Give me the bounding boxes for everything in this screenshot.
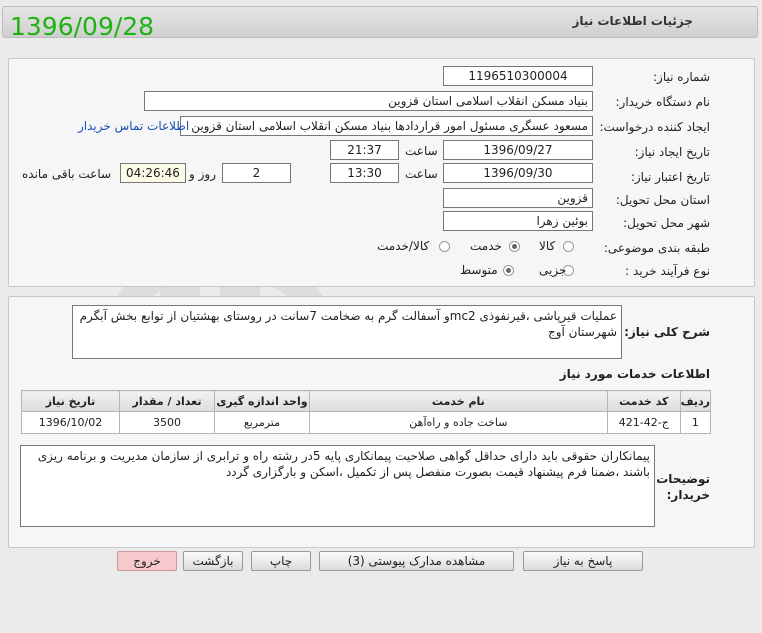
process-option-minor: جزیی xyxy=(539,263,567,277)
process-option-medium: متوسط xyxy=(460,263,498,277)
page-title: جزئیات اطلاعات نیاز xyxy=(572,14,693,28)
city-label: شهر محل تحویل: xyxy=(623,216,710,230)
col-date: تاریخ نیاز xyxy=(21,390,120,412)
buyer-contact-link[interactable]: اطلاعات تماس خریدار xyxy=(78,119,189,133)
back-button[interactable]: بازگشت xyxy=(183,551,243,571)
print-button[interactable]: چاپ xyxy=(251,551,311,571)
buyer-notes-textarea: پیمانکاران حقوقی باید دارای حداقل گواهی … xyxy=(20,445,655,527)
process-radio-medium[interactable] xyxy=(503,265,514,276)
category-radio-goods-service[interactable] xyxy=(439,241,450,252)
valid-date-label: تاریخ اعتبار نیاز: xyxy=(630,170,710,184)
col-unit: واحد اندازه گیری xyxy=(213,390,310,412)
description-textarea: عملیات قیرپاشی ،قیرنفوذی mc2و آسفالت گرم… xyxy=(72,305,622,359)
buyer-org-field: بنیاد مسکن انقلاب اسلامی استان قزوین xyxy=(144,91,593,111)
top-bar: جزئیات اطلاعات نیاز 1396/09/28 xyxy=(0,0,762,44)
valid-time-field: 13:30 xyxy=(330,163,399,183)
col-row: ردیف xyxy=(679,390,712,412)
city-field: بوئین زهرا xyxy=(443,211,593,231)
valid-date-field: 1396/09/30 xyxy=(443,163,593,183)
cell-name: ساخت جاده و راه‌آهن xyxy=(308,411,608,434)
category-option-goods: کالا xyxy=(539,239,556,253)
date-stamp: 1396/09/28 xyxy=(10,12,155,41)
category-option-goods-service: کالا/خدمت xyxy=(377,239,430,253)
need-number-label: شماره نیاز: xyxy=(653,70,710,84)
province-label: استان محل تحویل: xyxy=(615,193,710,207)
buyer-notes-label-2: خریدار: xyxy=(666,488,710,502)
days-label: روز و xyxy=(189,167,216,181)
days-field: 2 xyxy=(222,163,291,183)
cell-code: ج-42-421 xyxy=(606,411,681,434)
col-name: نام خدمت xyxy=(308,390,608,412)
cell-unit: مترمربع xyxy=(213,411,310,434)
province-field: قزوین xyxy=(443,188,593,208)
category-radio-service[interactable] xyxy=(509,241,520,252)
cell-qty: 3500 xyxy=(119,411,215,434)
cell-date: 1396/10/02 xyxy=(21,411,120,434)
services-header-row: ردیف کد خدمت نام خدمت واحد اندازه گیری ت… xyxy=(21,390,712,412)
created-date-label: تاریخ ایجاد نیاز: xyxy=(634,145,710,159)
col-qty: تعداد / مقدار xyxy=(119,390,215,412)
category-radio-goods[interactable] xyxy=(563,241,574,252)
services-section-title: اطلاعات خدمات مورد نیاز xyxy=(559,367,710,381)
valid-time-label: ساعت xyxy=(405,167,438,181)
created-date-field: 1396/09/27 xyxy=(443,140,593,160)
remaining-time-field: 04:26:46 xyxy=(120,163,186,183)
requester-field: مسعود عسگری مسئول امور قراردادها بنیاد م… xyxy=(180,116,593,136)
process-label: نوع فرآیند خرید : xyxy=(625,264,710,278)
description-label: شرح کلی نیاز: xyxy=(624,325,710,339)
services-table: ردیف کد خدمت نام خدمت واحد اندازه گیری ت… xyxy=(21,390,712,434)
category-label: طبقه بندی موضوعی: xyxy=(603,241,710,255)
cell-row: 1 xyxy=(679,411,712,434)
need-number-field: 1196510300004 xyxy=(443,66,593,86)
buyer-notes-label-1: توضیحات xyxy=(656,472,710,486)
created-time-label: ساعت xyxy=(405,144,438,158)
reply-button[interactable]: پاسخ به نیاز xyxy=(523,551,643,571)
col-code: کد خدمت xyxy=(606,390,681,412)
remaining-label: ساعت باقی مانده xyxy=(22,167,112,181)
table-row: 1 ج-42-421 ساخت جاده و راه‌آهن مترمربع 3… xyxy=(21,411,712,434)
buyer-org-label: نام دستگاه خریدار: xyxy=(615,95,711,109)
category-option-service: خدمت xyxy=(470,239,502,253)
exit-button[interactable]: خروج xyxy=(117,551,177,571)
created-time-field: 21:37 xyxy=(330,140,399,160)
requester-label: ایجاد کننده درخواست: xyxy=(599,120,710,134)
attachments-button[interactable]: مشاهده مدارک پیوستی (3) xyxy=(319,551,514,571)
